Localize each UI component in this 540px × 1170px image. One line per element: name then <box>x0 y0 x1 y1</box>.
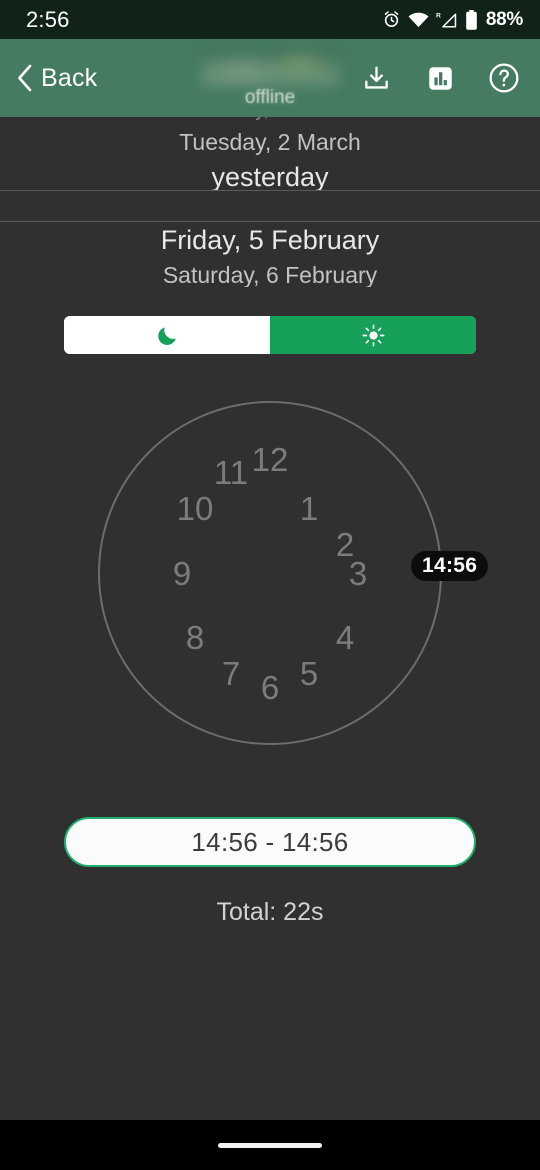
status-bar-clock: 2:56 <box>26 6 70 32</box>
list-item-selected[interactable]: Friday, 5 February <box>0 222 540 259</box>
chevron-left-icon <box>16 64 33 92</box>
back-button[interactable]: Back <box>0 39 111 117</box>
download-button[interactable] <box>354 56 398 100</box>
app-bar-actions <box>354 39 526 117</box>
date-range-pickers: Monday, 1 March Tuesday, 2 March yesterd… <box>0 117 540 287</box>
moon-icon <box>156 324 179 347</box>
cellular-roaming-icon: R <box>436 11 458 29</box>
list-item[interactable]: Monday, 1 March <box>0 117 540 126</box>
list-item[interactable]: Tuesday, 2 March <box>0 126 540 159</box>
svg-text:R: R <box>436 12 441 19</box>
clock-dial[interactable]: 1 2 3 4 5 6 7 8 9 10 11 12 14:56 <box>98 401 489 745</box>
list-item-selected[interactable]: yesterday <box>0 159 540 191</box>
battery-icon <box>465 9 478 30</box>
gesture-handle[interactable] <box>218 1142 322 1148</box>
back-button-label: Back <box>41 63 98 92</box>
help-button[interactable] <box>482 56 526 100</box>
page-title-redacted <box>201 49 339 86</box>
status-bar-icons: R 88% <box>382 9 523 31</box>
total-duration-label: Total: 22s <box>216 898 324 926</box>
sun-icon <box>362 324 385 347</box>
help-icon <box>488 62 520 94</box>
end-date-wheel-list: Friday, 5 February Saturday, 6 February … <box>0 222 540 287</box>
time-range-field[interactable]: 14:56 - 14:56 <box>64 817 476 867</box>
clock-number-12[interactable]: 12 <box>243 432 297 486</box>
clock-number-8[interactable]: 8 <box>168 610 222 664</box>
statistics-button[interactable] <box>418 56 462 100</box>
alarm-icon <box>382 10 401 29</box>
day-night-toggle[interactable] <box>64 316 476 354</box>
clock-time-marker-badge[interactable]: 14:56 <box>411 551 489 581</box>
clock-number-9[interactable]: 9 <box>155 546 209 600</box>
start-date-wheel[interactable]: Monday, 1 March Tuesday, 2 March yesterd… <box>0 117 540 190</box>
download-icon <box>362 64 391 93</box>
toggle-option-day[interactable] <box>270 316 476 354</box>
wifi-icon <box>408 12 429 28</box>
start-date-wheel-list: Monday, 1 March Tuesday, 2 March yesterd… <box>0 117 540 190</box>
toggle-option-night[interactable] <box>64 316 270 354</box>
clock-number-3[interactable]: 3 <box>331 546 385 600</box>
battery-percent: 88% <box>485 8 523 30</box>
end-date-wheel[interactable]: Friday, 5 February Saturday, 6 February … <box>0 222 540 287</box>
system-navigation-bar <box>0 1120 540 1170</box>
list-item[interactable]: Saturday, 6 February <box>0 259 540 287</box>
status-bar: 2:56 R 88% <box>0 0 540 39</box>
app-screen: 2:56 R 88% Back offline Tuesday, 2 March… <box>0 0 540 1170</box>
wheel-selection-band <box>0 190 540 222</box>
bar-chart-icon <box>427 65 454 92</box>
connection-status-label: offline <box>244 86 296 108</box>
app-bar: Back offline <box>0 39 540 117</box>
